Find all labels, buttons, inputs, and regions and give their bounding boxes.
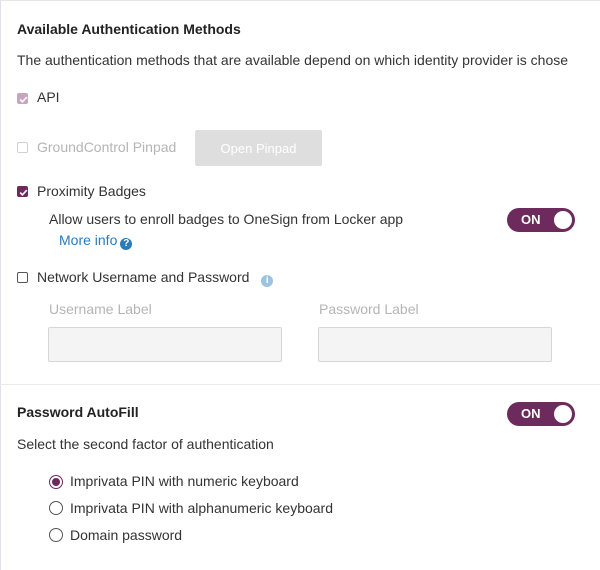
- pinpad-checkbox[interactable]: [17, 142, 28, 153]
- open-pinpad-button[interactable]: Open Pinpad: [195, 130, 322, 166]
- toggle-label: ON: [521, 212, 541, 227]
- api-label: API: [37, 89, 60, 105]
- api-checkbox[interactable]: [17, 93, 28, 104]
- left-border: [0, 0, 1, 570]
- toggle-knob: [554, 405, 572, 423]
- network-credentials-label: Network Username and Password: [37, 269, 250, 285]
- radio-domain-password[interactable]: [49, 528, 63, 542]
- network-credentials-row: Network Username and Password i: [37, 269, 274, 287]
- network-credentials-checkbox[interactable]: [17, 272, 28, 283]
- proximity-badges-checkbox[interactable]: [17, 186, 28, 197]
- checkmark-icon: [19, 189, 28, 196]
- radio-numeric-pin[interactable]: [49, 475, 63, 489]
- enroll-badges-text: Allow users to enroll badges to OneSign …: [49, 211, 404, 227]
- top-border: [0, 0, 600, 1]
- option-numeric-pin-label: Imprivata PIN with numeric keyboard: [70, 473, 299, 489]
- auth-methods-heading: Available Authentication Methods: [17, 21, 241, 37]
- question-circle-icon[interactable]: ?: [120, 238, 133, 250]
- proximity-badges-label: Proximity Badges: [37, 183, 146, 199]
- info-circle-icon[interactable]: i: [261, 275, 274, 287]
- username-label: Username Label: [49, 301, 152, 317]
- radio-alphanumeric-pin[interactable]: [49, 501, 63, 515]
- password-autofill-heading: Password AutoFill: [17, 404, 139, 420]
- auth-methods-description: The authentication methods that are avai…: [17, 52, 569, 68]
- username-label-input[interactable]: [48, 327, 282, 362]
- password-autofill-toggle[interactable]: ON: [507, 402, 575, 426]
- more-info[interactable]: More info?: [59, 232, 133, 250]
- enroll-badges-toggle[interactable]: ON: [507, 208, 575, 232]
- toggle-label: ON: [521, 406, 541, 421]
- pinpad-label: GroundControl Pinpad: [37, 139, 177, 155]
- toggle-knob: [554, 211, 572, 229]
- checkmark-icon: [19, 96, 28, 103]
- option-domain-password-label: Domain password: [70, 527, 183, 543]
- password-label: Password Label: [319, 301, 419, 317]
- password-label-input[interactable]: [318, 327, 552, 362]
- second-factor-prompt: Select the second factor of authenticati…: [17, 436, 274, 452]
- option-alphanumeric-pin-label: Imprivata PIN with alphanumeric keyboard: [70, 500, 334, 516]
- section-divider: [0, 384, 600, 385]
- more-info-link[interactable]: More info: [59, 232, 117, 248]
